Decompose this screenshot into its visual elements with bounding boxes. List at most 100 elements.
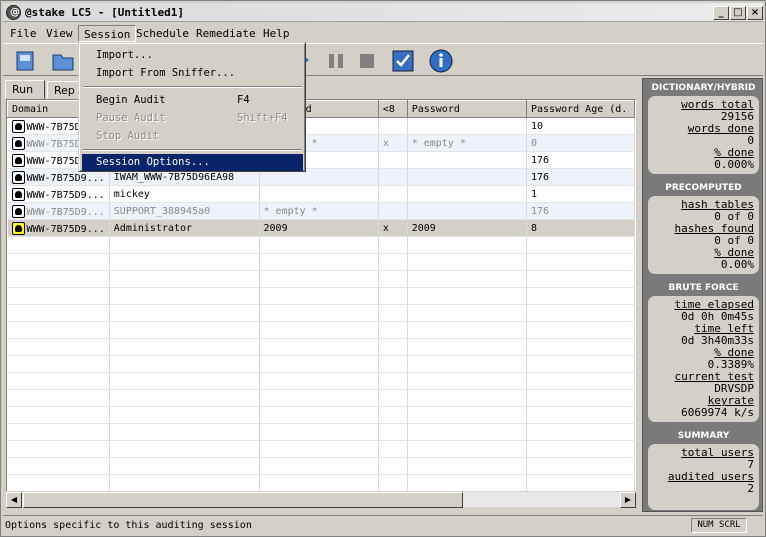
table-cell xyxy=(378,185,408,203)
empty-row xyxy=(7,372,635,390)
table-cell xyxy=(407,457,528,475)
table-cell xyxy=(259,440,379,458)
table-cell: Administrator xyxy=(109,219,260,237)
table-cell xyxy=(7,423,110,441)
cell-text: 0 xyxy=(531,137,538,149)
table-row[interactable]: WWW-7B75D9... SUPPORT_388945a0 * empty * 17… xyxy=(7,202,635,220)
stat-label: total users xyxy=(681,446,754,459)
new-session-icon[interactable] xyxy=(11,47,39,74)
table-cell xyxy=(526,270,635,288)
scroll-thumb[interactable] xyxy=(23,492,463,508)
cell-text: Administrator xyxy=(113,222,193,234)
menu-file[interactable]: File xyxy=(5,25,42,42)
table-cell xyxy=(407,321,528,339)
table-row[interactable]: WWW-7B75D9... Administrator 2009 x 2009 8 xyxy=(7,219,635,237)
menu-remediate[interactable]: Remediate xyxy=(191,25,261,42)
user-icon xyxy=(11,153,25,167)
scroll-left-icon[interactable]: ◀ xyxy=(6,492,22,508)
table-cell xyxy=(378,457,408,475)
table-cell xyxy=(7,270,110,288)
empty-row xyxy=(7,457,635,475)
table-cell xyxy=(109,457,260,475)
table-cell xyxy=(378,168,408,186)
table-cell xyxy=(109,406,260,424)
report-icon[interactable] xyxy=(389,47,417,74)
table-cell xyxy=(259,338,379,356)
table-cell xyxy=(259,389,379,407)
menu-item-import[interactable]: Import... xyxy=(82,47,303,64)
table-cell: SUPPORT_388945a0 xyxy=(109,202,260,220)
user-icon xyxy=(11,170,25,184)
cell-text: x xyxy=(382,137,389,149)
menu-help[interactable]: Help xyxy=(258,25,295,42)
empty-row xyxy=(7,355,635,373)
table-cell xyxy=(259,474,379,492)
table-cell xyxy=(259,287,379,305)
table-cell xyxy=(109,338,260,356)
horizontal-scrollbar[interactable]: ◀ ▶ xyxy=(6,491,636,508)
table-cell xyxy=(109,474,260,492)
table-cell xyxy=(7,253,110,271)
table-cell: WWW-7B75D9... xyxy=(7,185,110,203)
info-icon[interactable] xyxy=(427,47,455,74)
table-cell: 1 xyxy=(526,185,635,203)
open-folder-icon[interactable] xyxy=(49,47,77,74)
table-cell: 2009 xyxy=(407,219,528,237)
stat-value: 6069974 k/s xyxy=(681,406,754,419)
empty-row xyxy=(7,304,635,322)
menu-session[interactable]: Session xyxy=(78,25,137,42)
close-button[interactable]: × xyxy=(747,6,763,20)
table-cell xyxy=(378,406,408,424)
menu-item-import-sniffer[interactable]: Import From Sniffer... xyxy=(82,65,303,82)
empty-row xyxy=(7,270,635,288)
window-title: @stake LC5 - [Untitled1] xyxy=(25,6,184,19)
table-cell xyxy=(7,287,110,305)
menu-item-begin-audit[interactable]: Begin Audit F4 xyxy=(82,92,303,109)
scroll-right-icon[interactable]: ▶ xyxy=(620,492,636,508)
table-cell xyxy=(526,389,635,407)
table-cell xyxy=(7,372,110,390)
column-header[interactable]: <8 xyxy=(377,100,408,118)
table-cell xyxy=(407,440,528,458)
table-cell xyxy=(526,321,635,339)
minimize-button[interactable]: _ xyxy=(713,6,729,20)
menu-schedule[interactable]: Schedule xyxy=(131,25,194,42)
menu-item-session-options[interactable]: Session Options... xyxy=(82,154,303,171)
table-row[interactable]: WWW-7B75D9... mickey 1 xyxy=(7,185,635,203)
column-header[interactable]: Password xyxy=(406,100,528,118)
table-cell xyxy=(7,474,110,492)
maximize-button[interactable]: □ xyxy=(730,6,746,20)
table-cell xyxy=(407,202,528,220)
table-cell xyxy=(259,406,379,424)
pause-icon[interactable] xyxy=(323,47,351,74)
cell-text: 176 xyxy=(531,154,550,166)
table-cell xyxy=(407,406,528,424)
user-icon xyxy=(11,119,25,133)
table-cell xyxy=(378,474,408,492)
cell-text: WWW-7B75D xyxy=(26,121,81,133)
table-cell xyxy=(526,287,635,305)
table-cell: x xyxy=(378,219,408,237)
table-cell xyxy=(526,457,635,475)
table-cell xyxy=(526,253,635,271)
empty-row xyxy=(7,389,635,407)
precomputed-title: PRECOMPUTED xyxy=(665,183,742,193)
table-cell xyxy=(109,389,260,407)
stat-value: 2 xyxy=(747,482,754,495)
table-cell xyxy=(526,423,635,441)
menu-view[interactable]: View xyxy=(41,25,78,42)
table-cell xyxy=(378,423,408,441)
stat-value: 0.00% xyxy=(720,258,754,271)
column-header[interactable]: Password Age (d. xyxy=(526,100,635,118)
tab-run[interactable]: Run xyxy=(5,80,45,99)
cell-text: WWW-7B75D9... xyxy=(26,172,105,184)
table-cell xyxy=(407,389,528,407)
stop-icon[interactable] xyxy=(353,47,381,74)
cell-text: 2009 xyxy=(411,222,436,234)
empty-row xyxy=(7,236,635,254)
table-cell xyxy=(378,321,408,339)
table-cell: WWW-7B75D9... xyxy=(7,219,110,237)
table-cell xyxy=(526,474,635,492)
table-cell xyxy=(378,355,408,373)
cell-text: WWW-7B75D xyxy=(26,138,81,150)
